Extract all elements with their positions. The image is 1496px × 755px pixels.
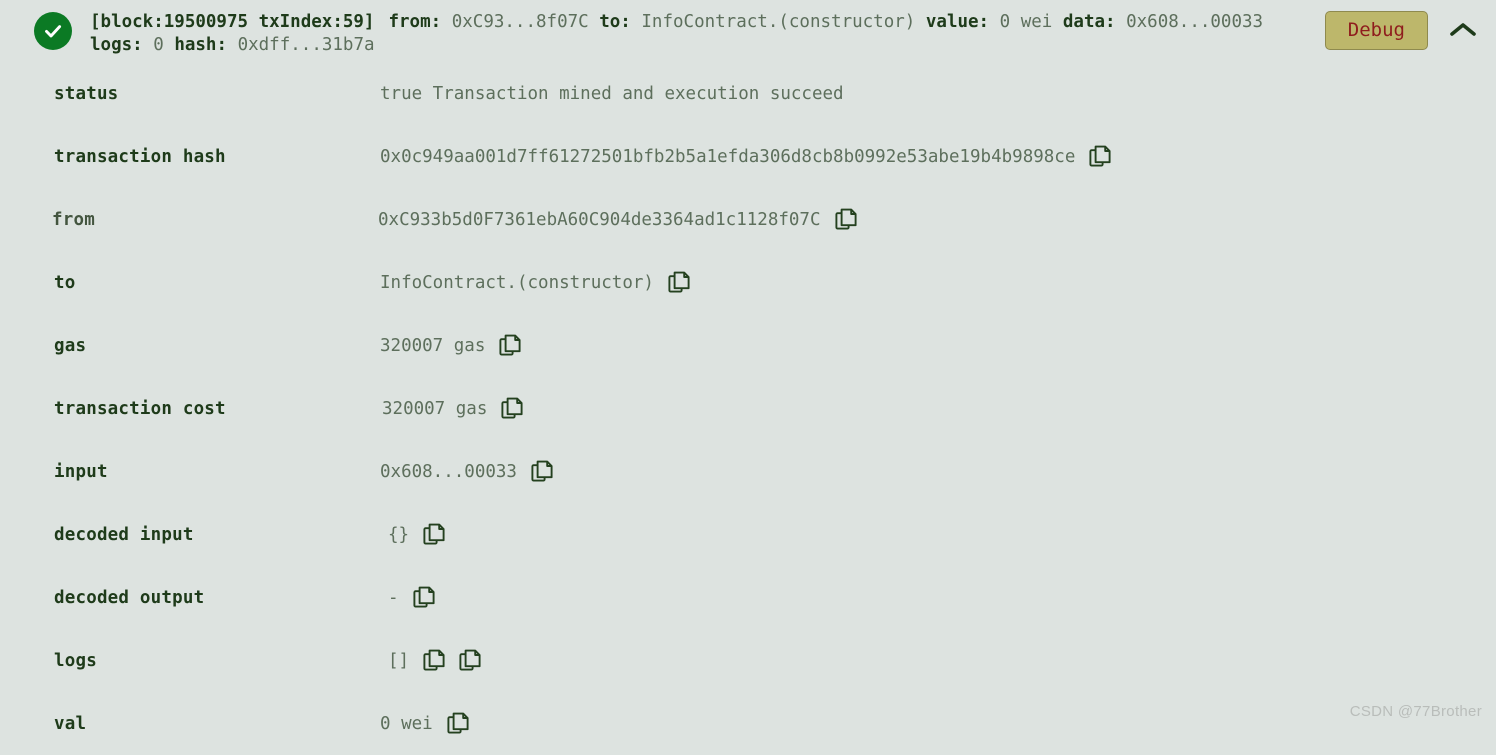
detail-row-value: {} — [380, 523, 445, 547]
copy-icon[interactable] — [459, 649, 481, 673]
summary-hash-label: hash: — [174, 35, 228, 55]
summary-from-label: from: — [388, 12, 442, 32]
detail-row-value-text: - — [388, 587, 399, 608]
detail-row: logs [] — [0, 629, 1496, 692]
status-icon-wrap — [30, 8, 76, 50]
detail-row: decoded output - — [0, 566, 1496, 629]
copy-icon[interactable] — [499, 334, 521, 358]
detail-row: from 0xC933b5d0F7361ebA60C904de3364ad1c11… — [0, 188, 1496, 251]
detail-row-value: true Transaction mined and execution suc… — [380, 84, 844, 104]
detail-row-value: - — [380, 586, 435, 610]
detail-row: decoded input {} — [0, 503, 1496, 566]
detail-row-label: from — [52, 209, 95, 230]
success-check-icon — [34, 12, 72, 50]
copy-icon[interactable] — [668, 271, 690, 295]
detail-row-label: transaction hash — [54, 146, 226, 167]
detail-row-value: 0xC933b5d0F7361ebA60C904de3364ad1c1128f0… — [378, 208, 857, 232]
summary-logs-label: logs: — [90, 35, 143, 55]
copy-icon[interactable] — [1089, 145, 1111, 169]
detail-row-value-text: 0x608...00033 — [380, 461, 517, 482]
detail-row: status true Transaction mined and executi… — [0, 62, 1496, 125]
detail-row-label: status — [54, 83, 119, 104]
copy-icon[interactable] — [447, 712, 469, 736]
detail-row: input 0x608...00033 — [0, 440, 1496, 503]
detail-row: transaction cost 320007 gas — [0, 377, 1496, 440]
detail-row-value-text: InfoContract.(constructor) — [380, 272, 654, 293]
summary-block-tag: [block:19500975 txIndex:59] — [90, 12, 375, 32]
detail-row: to InfoContract.(constructor) — [0, 251, 1496, 314]
detail-row: transaction hash 0x0c949aa001d7ff61272501… — [0, 125, 1496, 188]
watermark: CSDN @77Brother — [1349, 703, 1482, 720]
detail-row-value-text: 320007 gas — [380, 335, 486, 356]
detail-row-label: val — [54, 713, 87, 734]
detail-row-value: 0x0c949aa001d7ff61272501bfb2b5a1efda306d… — [380, 145, 1111, 169]
summary-data-label: data: — [1062, 12, 1116, 32]
transaction-detail-rows: status true Transaction mined and executi… — [0, 62, 1496, 755]
detail-row-label: gas — [54, 335, 87, 356]
copy-icon[interactable] — [834, 208, 857, 232]
detail-row-label: transaction cost — [54, 398, 226, 419]
summary-to-label: to: — [599, 12, 631, 32]
transaction-header[interactable]: [block:19500975 txIndex:59] from: 0xC93..… — [0, 0, 1496, 62]
summary-from-value: 0xC93...8f07C — [451, 12, 589, 32]
detail-row-value-text: 0x0c949aa001d7ff61272501bfb2b5a1efda306d… — [380, 146, 1076, 167]
detail-row-value: 0 wei — [380, 712, 469, 736]
detail-row-value: 0x608...00033 — [380, 460, 553, 484]
detail-row-value: InfoContract.(constructor) — [380, 271, 690, 295]
detail-row-label: to — [54, 272, 76, 293]
summary-data-value: 0x608...00033 — [1126, 12, 1264, 32]
detail-row-value-text: {} — [388, 524, 410, 545]
detail-row: val 0 wei — [0, 692, 1496, 755]
detail-row-value-text: 0 wei — [380, 713, 433, 734]
detail-row-value: 320007 gas — [380, 334, 521, 358]
summary-to-value: InfoContract.(constructor) — [641, 12, 916, 32]
chevron-up-icon[interactable] — [1442, 17, 1484, 43]
detail-row-value-text: 0xC933b5d0F7361ebA60C904de3364ad1c1128f0… — [378, 209, 821, 230]
copy-icon[interactable] — [501, 397, 523, 421]
header-actions: Debug — [1324, 8, 1484, 50]
detail-row-value: [] — [380, 649, 481, 673]
copy-icon[interactable] — [531, 460, 553, 484]
summary-hash-value: 0xdff...31b7a — [237, 35, 375, 55]
copy-icon[interactable] — [423, 649, 445, 673]
copy-icon[interactable] — [423, 523, 445, 547]
transaction-summary: [block:19500975 txIndex:59] from: 0xC93..… — [76, 8, 1325, 57]
summary-value-label: value: — [925, 12, 990, 32]
detail-row: gas 320007 gas — [0, 314, 1496, 377]
copy-icon[interactable] — [412, 586, 435, 610]
debug-button[interactable]: Debug — [1324, 11, 1428, 50]
detail-row-value-text: [] — [388, 650, 410, 671]
detail-row-label: logs — [54, 650, 97, 671]
detail-row-label: decoded input — [54, 524, 194, 545]
detail-row-value-text: 320007 gas — [382, 398, 488, 419]
summary-value-value: 0 wei — [999, 12, 1053, 32]
detail-row-value: 320007 gas — [380, 397, 523, 421]
detail-row-value-text: true Transaction mined and execution suc… — [380, 83, 844, 104]
detail-row-label: decoded output — [54, 587, 205, 608]
detail-row-label: input — [54, 461, 108, 482]
summary-logs-value: 0 — [153, 35, 164, 55]
